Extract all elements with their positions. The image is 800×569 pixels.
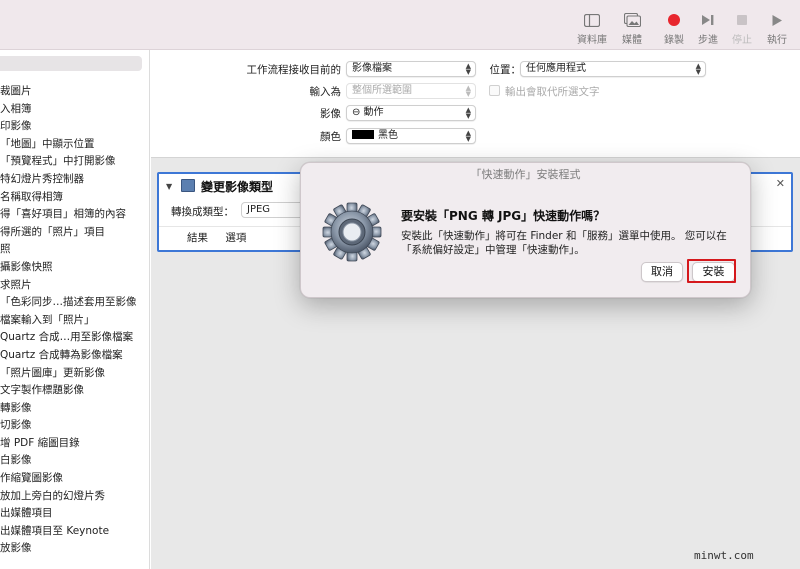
action-footer: 結果 選項: [187, 230, 260, 245]
list-item[interactable]: 「色彩同步…描述套用至影像: [0, 294, 149, 312]
location-label: 位置：: [489, 64, 522, 76]
media-label: 媒體: [622, 35, 642, 46]
action-list: 裁圖片 入相簿 印影像 「地圖」中顯示位置 「預覽程式」中打開影像 特幻燈片秀控…: [0, 83, 149, 558]
list-item[interactable]: 特幻燈片秀控制器: [0, 171, 149, 189]
disclosure-triangle-icon[interactable]: ▼: [166, 182, 172, 191]
install-button-highlight: [687, 259, 736, 283]
list-item[interactable]: 入相簿: [0, 101, 149, 119]
list-item[interactable]: 作縮覽圖影像: [0, 470, 149, 488]
dialog-message: 安裝此「快速動作」將可在 Finder 和「服務」選單中使用。 您可以在 「系統…: [401, 229, 731, 257]
list-item[interactable]: 轉影像: [0, 400, 149, 418]
receives-value: 影像檔案: [352, 63, 392, 74]
list-item[interactable]: 文字製作標題影像: [0, 382, 149, 400]
install-dialog: 「快速動作」安裝程式 要安裝「PNG 轉 JPG」快速動作嗎？ 安裝此「快速動作…: [300, 162, 751, 298]
close-icon[interactable]: ✕: [776, 177, 785, 190]
list-item[interactable]: 照: [0, 241, 149, 259]
input-popup: 整個所選範圍 ▲ ▼: [346, 83, 476, 99]
convert-value: JPEG: [247, 204, 271, 215]
tab-results[interactable]: 結果: [187, 232, 208, 244]
color-popup[interactable]: 黑色 ▲ ▼: [346, 128, 476, 144]
list-item[interactable]: 增 PDF 縮圖目錄: [0, 435, 149, 453]
library-button[interactable]: 資料庫: [572, 10, 612, 46]
library-icon: [572, 10, 612, 30]
list-item[interactable]: 求照片: [0, 277, 149, 295]
receives-popup[interactable]: 影像檔案 ▲ ▼: [346, 61, 476, 77]
color-swatch: [352, 130, 374, 139]
list-item[interactable]: 攝影像快照: [0, 259, 149, 277]
window-toolbar: 資料庫 媒體 錄製 步進 停止 執行: [0, 0, 800, 50]
image-value: ⊖ 動作: [352, 107, 384, 118]
location-value: 任何應用程式: [526, 63, 586, 74]
library-label: 資料庫: [577, 35, 607, 46]
color-value: 黑色: [378, 130, 398, 141]
gear-icon: [321, 201, 383, 263]
list-item[interactable]: 得所選的「照片」項目: [0, 224, 149, 242]
list-item[interactable]: 名稱取得相簿: [0, 189, 149, 207]
list-item[interactable]: 得「喜好項目」相簿的內容: [0, 206, 149, 224]
media-button[interactable]: 媒體: [612, 10, 652, 46]
action-title: 變更影像類型: [201, 180, 274, 194]
popup-arrows-icon: ▲ ▼: [465, 84, 471, 98]
list-item[interactable]: 「地圖」中顯示位置: [0, 136, 149, 154]
workflow-editor: 工作流程接收目前的 影像檔案 ▲ ▼ 位置： 任何應用程式 ▲ ▼ 輸入為 整個所選…: [151, 50, 800, 569]
cancel-button[interactable]: 取消: [641, 262, 683, 282]
popup-arrows-icon: ▲ ▼: [695, 62, 701, 76]
color-label: 顏色: [320, 131, 341, 143]
action-image-icon: [181, 179, 195, 192]
list-item[interactable]: 放影像: [0, 540, 149, 558]
list-item[interactable]: Quartz 合成轉為影像檔案: [0, 347, 149, 365]
list-item[interactable]: 切影像: [0, 417, 149, 435]
list-item[interactable]: 「預覽程式」中打開影像: [0, 153, 149, 171]
receives-label: 工作流程接收目前的: [246, 64, 342, 76]
stop-label: 停止: [732, 35, 752, 46]
media-icon: [612, 10, 652, 30]
location-popup[interactable]: 任何應用程式 ▲ ▼: [520, 61, 706, 77]
list-item[interactable]: 檔案輸入到「照片」: [0, 312, 149, 330]
image-popup[interactable]: ⊖ 動作 ▲ ▼: [346, 105, 476, 121]
popup-arrows-icon: ▲ ▼: [465, 106, 471, 120]
list-item[interactable]: 「照片圖庫」更新影像: [0, 365, 149, 383]
dialog-message-line: 「系統偏好設定」中管理「快速動作」。: [401, 244, 585, 256]
list-item[interactable]: 出媒體項目至 Keynote: [0, 523, 149, 541]
stop-icon: [722, 10, 762, 30]
sidebar-search-field[interactable]: [0, 56, 142, 71]
list-item[interactable]: 白影像: [0, 452, 149, 470]
input-label: 輸入為: [309, 86, 342, 98]
dialog-title: 「快速動作」安裝程式: [470, 168, 581, 181]
stop-button: 停止: [722, 10, 762, 46]
list-item[interactable]: 出媒體項目: [0, 505, 149, 523]
output-replaces-checkbox[interactable]: [489, 85, 500, 96]
convert-label: 轉換成類型：: [171, 206, 234, 218]
image-label: 影像: [320, 108, 341, 120]
list-item[interactable]: 放加上旁白的幻燈片秀: [0, 488, 149, 506]
run-label: 執行: [767, 35, 787, 46]
popup-arrows-icon: ▲ ▼: [465, 129, 471, 143]
dialog-message-line: 安裝此「快速動作」將可在 Finder 和「服務」選單中使用。 您可以在: [401, 230, 727, 242]
list-item[interactable]: 印影像: [0, 118, 149, 136]
tab-options[interactable]: 選項: [225, 232, 246, 244]
list-item[interactable]: Quartz 合成…用至影像檔案: [0, 329, 149, 347]
run-icon: [757, 10, 797, 30]
list-item[interactable]: 裁圖片: [0, 83, 149, 101]
dialog-heading: 要安裝「PNG 轉 JPG」快速動作嗎？: [401, 209, 606, 223]
output-replaces-label: 輸出會取代所選文字: [505, 86, 600, 98]
watermark: minwt.com: [694, 549, 754, 562]
input-value: 整個所選範圍: [352, 85, 412, 96]
run-button[interactable]: 執行: [757, 10, 797, 46]
actions-sidebar: 裁圖片 入相簿 印影像 「地圖」中顯示位置 「預覽程式」中打開影像 特幻燈片秀控…: [0, 50, 150, 569]
